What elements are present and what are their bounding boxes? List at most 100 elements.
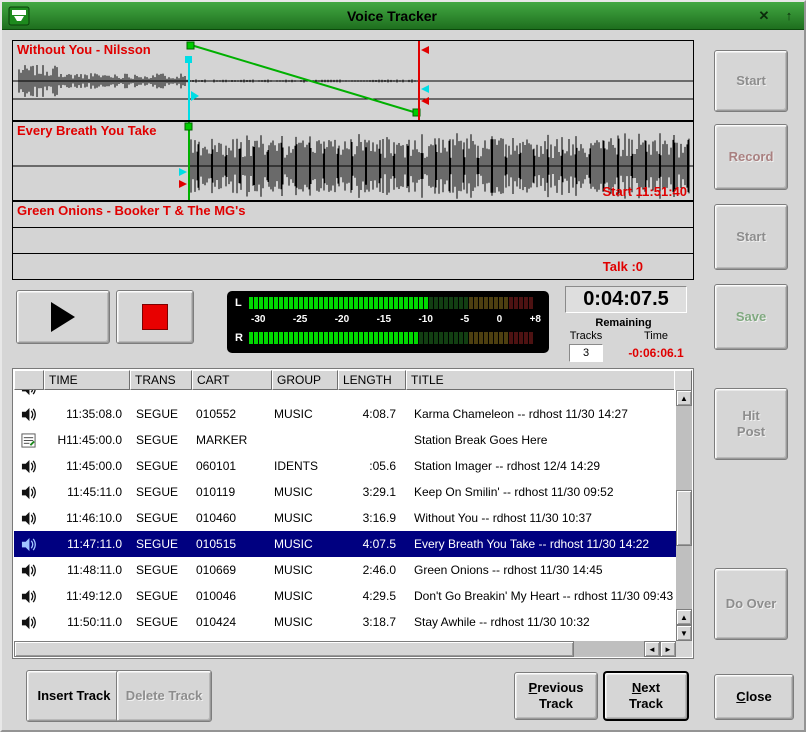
track1-title: Without You - Nilsson bbox=[17, 42, 151, 57]
table-row[interactable]: 11:48:11.0 SEGUE 010669 MUSIC 2:46.0 Gre… bbox=[14, 557, 676, 583]
table-row[interactable]: 11:47:11.0 SEGUE 010515 MUSIC 4:07.5 Eve… bbox=[14, 531, 676, 557]
row-time: 11:47:11.0 bbox=[42, 537, 132, 551]
track-pane-2[interactable]: Every Breath You Take Start 11:51:40 bbox=[13, 122, 693, 202]
table-row[interactable]: 11:49:12.0 SEGUE 010046 MUSIC 4:29.5 Don… bbox=[14, 583, 676, 609]
horizontal-scroll-thumb[interactable] bbox=[14, 641, 574, 657]
previous-track-label: PreviousTrack bbox=[529, 680, 584, 711]
save-button[interactable]: Save bbox=[714, 284, 788, 350]
vu-scale-tick: -20 bbox=[335, 314, 349, 325]
track2-start-time-label: Start 11:51:40 bbox=[602, 184, 687, 199]
column-header-trans[interactable]: TRANS bbox=[130, 370, 192, 390]
delete-track-button[interactable]: Delete Track bbox=[116, 670, 212, 722]
scroll-up-icon[interactable]: ▲ bbox=[676, 390, 692, 406]
row-time: 11:49:12.0 bbox=[42, 589, 132, 603]
row-group: MUSIC bbox=[270, 407, 334, 421]
elapsed-time-display: 0:04:07.5 bbox=[565, 286, 687, 313]
table-row[interactable]: 11:45:00.0 SEGUE 060101 IDENTS :05.6 Sta… bbox=[14, 453, 676, 479]
next-track-button[interactable]: NextTrack bbox=[604, 672, 688, 720]
row-time: 11:45:11.0 bbox=[42, 485, 132, 499]
row-title: Station Break Goes Here bbox=[410, 433, 676, 447]
row-title: Green Onions -- rdhost 11/30 14:45 bbox=[410, 563, 676, 577]
vu-scale-tick: -25 bbox=[293, 314, 307, 325]
scroll-left-icon[interactable]: ◄ bbox=[644, 641, 660, 657]
table-row[interactable]: 11:35:08.0 SEGUE 010552 MUSIC 4:08.7 Kar… bbox=[14, 401, 676, 427]
scroll-up2-icon[interactable]: ▲ bbox=[676, 609, 692, 625]
vu-scale-tick: 0 bbox=[497, 314, 503, 325]
table-row[interactable]: 11:50:11.0 SEGUE 010424 MUSIC 3:18.7 Sta… bbox=[14, 609, 676, 635]
close-label: Close bbox=[736, 689, 771, 705]
row-title: Station Imager -- rdhost 12/4 14:29 bbox=[410, 459, 676, 473]
row-cart: 010460 bbox=[192, 511, 270, 525]
play-icon bbox=[51, 302, 75, 332]
row-type-icon bbox=[14, 615, 42, 630]
table-row[interactable]: 11:45:11.0 SEGUE 010119 MUSIC 3:29.1 Kee… bbox=[14, 479, 676, 505]
row-type-icon bbox=[14, 537, 42, 552]
previous-track-button[interactable]: PreviousTrack bbox=[514, 672, 598, 720]
segue-marker-top-icon[interactable] bbox=[421, 46, 429, 54]
start-button-1[interactable]: Start bbox=[714, 50, 788, 112]
column-header-cart[interactable]: CART bbox=[192, 370, 272, 390]
row-trans: SEGUE bbox=[132, 537, 192, 551]
table-row[interactable]: 11:46:10.0 SEGUE 010460 MUSIC 3:16.9 Wit… bbox=[14, 505, 676, 531]
play-button[interactable] bbox=[16, 290, 110, 344]
start-button-2[interactable]: Start bbox=[714, 204, 788, 270]
title-bar[interactable]: Voice Tracker ✕ ↑ bbox=[2, 2, 804, 30]
hit-post-button[interactable]: HitPost bbox=[714, 388, 788, 460]
row-trans: SEGUE bbox=[132, 459, 192, 473]
track-pane-1[interactable]: Without You - Nilsson bbox=[13, 41, 693, 122]
table-row[interactable]: H11:45:00.0 SEGUE MARKER Station Break G… bbox=[14, 427, 676, 453]
table-rows: 11:35:08.0 SEGUE 010552 MUSIC 4:08.7 Kar… bbox=[14, 390, 676, 641]
row-type-icon bbox=[14, 459, 42, 474]
stop-icon bbox=[142, 304, 168, 330]
table-header-corner bbox=[674, 370, 692, 392]
scroll-down-icon[interactable]: ▼ bbox=[676, 625, 692, 641]
row-type-icon bbox=[14, 589, 42, 604]
hit-post-label: HitPost bbox=[737, 408, 765, 439]
do-over-button[interactable]: Do Over bbox=[714, 568, 788, 640]
vu-scale-tick: -15 bbox=[377, 314, 391, 325]
track2-start-handle[interactable] bbox=[185, 123, 192, 130]
remaining-panel: Remaining Tracks 3 Time -0:06:06.1 bbox=[555, 317, 692, 362]
fade-ramp-line[interactable] bbox=[191, 45, 417, 113]
track2-marker-red-icon[interactable] bbox=[179, 180, 187, 188]
fade-handle-start[interactable] bbox=[187, 42, 194, 49]
column-header-icon[interactable] bbox=[14, 370, 44, 390]
table-row[interactable] bbox=[14, 390, 676, 401]
close-button[interactable]: Close bbox=[714, 674, 794, 720]
row-length: 4:08.7 bbox=[334, 407, 410, 421]
row-type-icon bbox=[14, 433, 42, 448]
row-trans: SEGUE bbox=[132, 563, 192, 577]
vertical-scrollbar[interactable]: ▲ ▲ ▼ bbox=[676, 390, 692, 641]
vu-scale: -30 -25 -20 -15 -10 -5 0 +8 bbox=[251, 314, 541, 325]
track3-region-line bbox=[13, 227, 693, 228]
horizontal-scrollbar[interactable]: ◄ ► bbox=[14, 641, 676, 657]
row-title: Karma Chameleon -- rdhost 11/30 14:27 bbox=[410, 407, 676, 421]
talk-length-label: Talk :0 bbox=[603, 259, 643, 274]
column-header-length[interactable]: LENGTH bbox=[338, 370, 406, 390]
close-icon[interactable]: ✕ bbox=[754, 6, 774, 26]
maximize-icon[interactable]: ↑ bbox=[779, 6, 799, 26]
column-header-group[interactable]: GROUP bbox=[272, 370, 338, 390]
column-header-time[interactable]: TIME bbox=[44, 370, 130, 390]
vu-right-label: R bbox=[235, 332, 249, 344]
row-time: 11:48:11.0 bbox=[42, 563, 132, 577]
row-title: Don't Go Breakin' My Heart -- rdhost 11/… bbox=[410, 589, 676, 603]
track-pane-3[interactable]: Green Onions - Booker T & The MG's Talk … bbox=[13, 202, 693, 281]
scroll-right-icon[interactable]: ► bbox=[660, 641, 676, 657]
column-header-title[interactable]: TITLE bbox=[406, 370, 676, 390]
vu-scale-tick: +8 bbox=[530, 314, 541, 325]
track2-marker-cyan-icon[interactable] bbox=[179, 168, 187, 176]
log-table: TIME TRANS CART GROUP LENGTH TITLE 11:35… bbox=[12, 368, 694, 659]
vu-left-label: L bbox=[235, 297, 249, 309]
remaining-time-label: Time bbox=[620, 330, 692, 342]
segue-marker-cyan-icon[interactable] bbox=[421, 85, 429, 93]
talk-handle[interactable] bbox=[185, 56, 192, 63]
row-group: MUSIC bbox=[270, 511, 334, 525]
insert-track-button[interactable]: Insert Track bbox=[26, 670, 122, 722]
row-title: Stay Awhile -- rdhost 11/30 10:32 bbox=[410, 615, 676, 629]
vertical-scroll-thumb[interactable] bbox=[676, 490, 692, 546]
row-cart: 010424 bbox=[192, 615, 270, 629]
segue-marker-bottom-icon[interactable] bbox=[421, 97, 429, 105]
record-button[interactable]: Record bbox=[714, 124, 788, 190]
stop-button[interactable] bbox=[116, 290, 194, 344]
